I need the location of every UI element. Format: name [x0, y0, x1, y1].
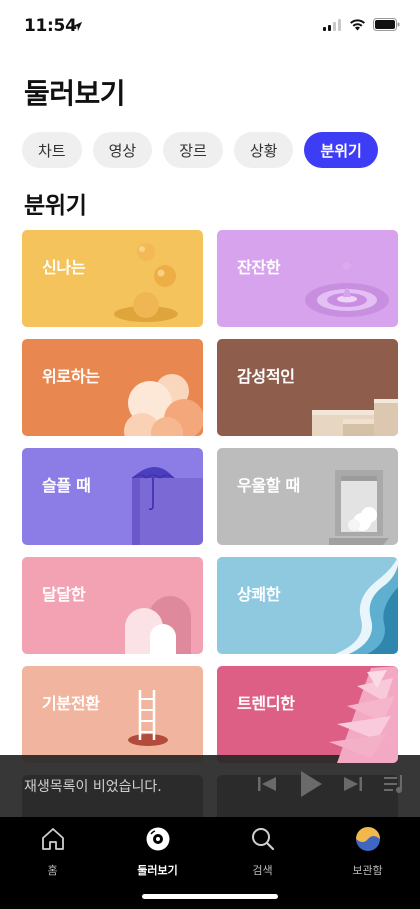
home-indicator — [142, 894, 278, 899]
card-label: 우울할 때 — [237, 476, 300, 495]
mood-card-excited[interactable]: 신나는 — [22, 230, 203, 327]
chip-situation[interactable]: 상황 — [233, 132, 294, 168]
card-label: 잔잔한 — [237, 258, 281, 277]
mood-card-sweet[interactable]: 달달한 — [22, 557, 203, 654]
player-controls — [256, 769, 406, 799]
play-icon[interactable] — [296, 769, 324, 799]
card-label: 상쾌한 — [237, 585, 281, 604]
cellular-signal-icon — [323, 16, 342, 35]
mood-card-gloomy[interactable]: 우울할 때 — [217, 448, 398, 545]
tab-label: 둘러보기 — [137, 864, 178, 877]
library-avatar-icon — [355, 826, 381, 856]
battery-icon — [373, 16, 400, 35]
disc-icon — [145, 826, 171, 856]
mood-card-comforting[interactable]: 위로하는 — [22, 339, 203, 436]
section-title: 분위기 — [24, 193, 87, 219]
tab-home[interactable]: 홈 — [0, 826, 105, 878]
mini-player[interactable]: 재생목록이 비었습니다. — [0, 755, 420, 817]
wifi-icon — [349, 16, 366, 35]
umbrella-illustration — [131, 467, 203, 545]
next-track-icon[interactable] — [342, 774, 364, 794]
card-label: 감성적인 — [237, 367, 295, 386]
ladder-illustration — [128, 690, 168, 746]
card-label: 신나는 — [42, 258, 86, 277]
paper-tree-illustration — [329, 666, 398, 763]
player-empty-text: 재생목록이 비었습니다. — [24, 779, 162, 795]
clouds-illustration — [124, 374, 203, 436]
home-icon — [40, 826, 66, 856]
tab-label: 보관함 — [352, 864, 383, 877]
chip-video[interactable]: 영상 — [92, 132, 153, 168]
chip-mood[interactable]: 분위기 — [304, 132, 378, 168]
card-label: 위로하는 — [42, 367, 100, 386]
mood-card-trendy[interactable]: 트렌디한 — [217, 666, 398, 763]
card-label: 기분전환 — [42, 694, 100, 713]
chip-genre[interactable]: 장르 — [163, 132, 223, 168]
search-icon — [250, 826, 276, 856]
card-label: 달달한 — [42, 585, 86, 604]
tab-browse[interactable]: 둘러보기 — [105, 826, 210, 878]
status-bar: 11:54 — [0, 0, 420, 52]
mood-card-refreshing[interactable]: 상쾌한 — [217, 557, 398, 654]
location-arrow-icon — [72, 17, 83, 36]
playlist-icon[interactable] — [382, 773, 406, 795]
previous-track-icon[interactable] — [256, 774, 278, 794]
status-time: 11:54 — [24, 16, 77, 36]
category-chips: 차트 영상 장르 상황 분위기 — [22, 132, 378, 168]
status-indicators — [323, 16, 400, 35]
waves-illustration — [335, 557, 398, 654]
tab-search[interactable]: 검색 — [210, 826, 315, 878]
page-title: 둘러보기 — [24, 77, 126, 110]
arches-illustration — [125, 596, 191, 654]
tab-library[interactable]: 보관함 — [315, 826, 420, 878]
doorway-illustration — [329, 470, 389, 545]
bubbles-illustration — [114, 243, 178, 322]
tab-label: 검색 — [252, 864, 273, 877]
card-label: 슬플 때 — [42, 476, 91, 495]
steps-illustration — [312, 399, 398, 436]
mood-card-emotional[interactable]: 감성적인 — [217, 339, 398, 436]
ripple-illustration — [305, 262, 389, 317]
mood-card-sad[interactable]: 슬플 때 — [22, 448, 203, 545]
chip-chart[interactable]: 차트 — [22, 132, 82, 168]
card-label: 트렌디한 — [237, 694, 295, 713]
mood-card-refresh-mood[interactable]: 기분전환 — [22, 666, 203, 763]
tab-label: 홈 — [47, 864, 58, 877]
mood-card-calm[interactable]: 잔잔한 — [217, 230, 398, 327]
